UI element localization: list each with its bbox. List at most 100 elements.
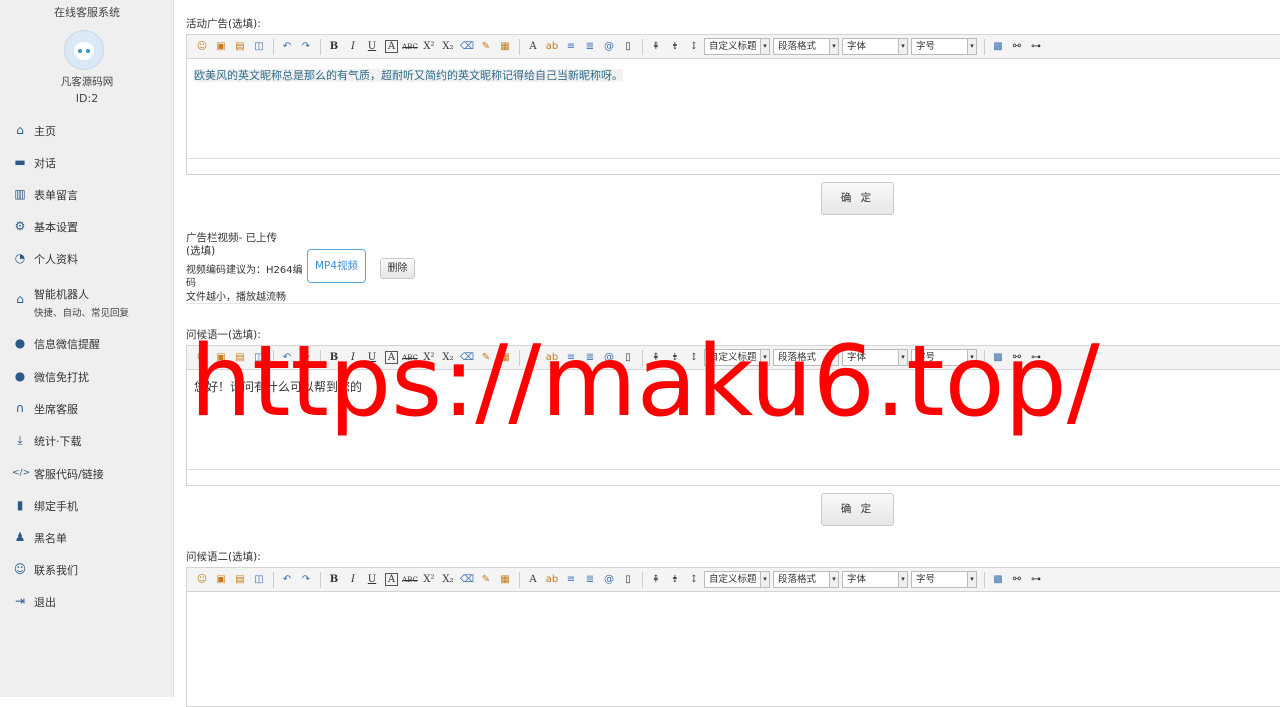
editor-content[interactable] — [187, 592, 1280, 608]
sidebar-item-contact[interactable]: ☺ 联系我们 — [12, 562, 78, 578]
font-color-button[interactable]: A — [524, 571, 542, 589]
custom-heading-select[interactable]: 自定义标题 ▾ — [704, 571, 770, 588]
bold-button[interactable]: B — [325, 349, 343, 367]
sidebar-item-chat[interactable]: ▬ 对话 — [12, 155, 56, 171]
redo-icon[interactable]: ↷ — [297, 349, 315, 367]
font-border-button[interactable]: A — [385, 40, 398, 53]
superscript-button[interactable]: X² — [420, 571, 438, 589]
font-family-select[interactable]: 字体 ▾ — [842, 38, 908, 55]
image-icon[interactable]: ▣ — [212, 38, 230, 56]
link-icon[interactable]: ⚯ — [1008, 38, 1026, 56]
sidebar-item-stats-download[interactable]: ⤓ 统计·下载 — [12, 433, 81, 449]
unordered-list-icon[interactable]: ≣ — [581, 349, 599, 367]
editor-content[interactable]: 您好！请问有什么可以帮到您的 — [187, 370, 1280, 403]
underline-button[interactable]: U — [363, 349, 381, 367]
paste-icon[interactable]: ▦ — [496, 38, 514, 56]
bold-button[interactable]: B — [325, 38, 343, 56]
ordered-list-icon[interactable]: ≡ — [562, 38, 580, 56]
multi-image-icon[interactable]: ▤ — [231, 571, 249, 589]
link-icon[interactable]: ⚯ — [1008, 571, 1026, 589]
row-spacing-bottom-icon[interactable]: ⇟ — [666, 571, 684, 589]
superscript-button[interactable]: X² — [420, 38, 438, 56]
confirm-button[interactable]: 确 定 — [821, 182, 894, 215]
ordered-list-icon[interactable]: ≡ — [562, 571, 580, 589]
preview-icon[interactable]: ◫ — [250, 349, 268, 367]
page-icon[interactable]: ▯ — [619, 571, 637, 589]
emoji-icon[interactable]: ☺ — [193, 571, 211, 589]
anchor-icon[interactable]: @ — [600, 571, 618, 589]
sidebar-item-agents[interactable]: ∩ 坐席客服 — [12, 401, 78, 417]
greeting-one-editor[interactable]: ☺ ▣ ▤ ◫ ↶ ↷ B I U A ABC X² X₂ ⌫ ✎ ▦ A ab… — [186, 345, 1280, 486]
chart-icon[interactable]: ▩ — [989, 38, 1007, 56]
page-icon[interactable]: ▯ — [619, 38, 637, 56]
subscript-button[interactable]: X₂ — [439, 571, 457, 589]
font-family-select[interactable]: 字体 ▾ — [842, 349, 908, 366]
format-brush-icon[interactable]: ✎ — [477, 571, 495, 589]
undo-icon[interactable]: ↶ — [278, 38, 296, 56]
sidebar-item-basic-settings[interactable]: ⚙ 基本设置 — [12, 219, 78, 235]
font-border-button[interactable]: A — [385, 573, 398, 586]
unlink-icon[interactable]: ⊶ — [1027, 38, 1045, 56]
font-color-button[interactable]: A — [524, 38, 542, 56]
multi-image-icon[interactable]: ▤ — [231, 349, 249, 367]
font-border-button[interactable]: A — [385, 351, 398, 364]
line-height-icon[interactable]: ↕ — [685, 571, 703, 589]
italic-button[interactable]: I — [344, 349, 362, 367]
emoji-icon[interactable]: ☺ — [193, 38, 211, 56]
ordered-list-icon[interactable]: ≡ — [562, 349, 580, 367]
eraser-icon[interactable]: ⌫ — [458, 38, 476, 56]
undo-icon[interactable]: ↶ — [278, 571, 296, 589]
sidebar-item-bind-phone[interactable]: ▮ 绑定手机 — [12, 498, 78, 514]
subscript-button[interactable]: X₂ — [439, 38, 457, 56]
italic-button[interactable]: I — [344, 38, 362, 56]
font-size-select[interactable]: 字号 ▾ — [911, 38, 977, 55]
sidebar-item-logout[interactable]: ⇥ 退出 — [12, 594, 56, 610]
preview-icon[interactable]: ◫ — [250, 571, 268, 589]
chart-icon[interactable]: ▩ — [989, 571, 1007, 589]
row-spacing-top-icon[interactable]: ⇞ — [647, 571, 665, 589]
subscript-button[interactable]: X₂ — [439, 349, 457, 367]
anchor-icon[interactable]: @ — [600, 349, 618, 367]
sidebar-item-form-messages[interactable]: ▥ 表单留言 — [12, 187, 78, 203]
line-height-icon[interactable]: ↕ — [685, 38, 703, 56]
paragraph-format-select[interactable]: 段落格式 ▾ — [773, 571, 839, 588]
underline-button[interactable]: U — [363, 38, 381, 56]
superscript-button[interactable]: X² — [420, 349, 438, 367]
mp4-upload-button[interactable]: MP4视频 — [307, 249, 366, 283]
row-spacing-top-icon[interactable]: ⇞ — [647, 349, 665, 367]
highlight-icon[interactable]: ab — [543, 38, 561, 56]
paragraph-format-select[interactable]: 段落格式 ▾ — [773, 349, 839, 366]
unlink-icon[interactable]: ⊶ — [1027, 349, 1045, 367]
anchor-icon[interactable]: @ — [600, 38, 618, 56]
sidebar-item-wechat-mute[interactable]: ● 微信免打扰 — [12, 369, 89, 385]
multi-image-icon[interactable]: ▤ — [231, 38, 249, 56]
sidebar-item-profile[interactable]: ◔ 个人资料 — [12, 251, 78, 267]
editor-content[interactable]: 欧美风的英文昵称总是那么的有气质，超耐听又简约的英文昵称记得给自己当新昵称呀。 — [187, 59, 1280, 91]
italic-button[interactable]: I — [344, 571, 362, 589]
strikethrough-button[interactable]: ABC — [401, 349, 419, 367]
link-icon[interactable]: ⚯ — [1008, 349, 1026, 367]
format-brush-icon[interactable]: ✎ — [477, 38, 495, 56]
line-height-icon[interactable]: ↕ — [685, 349, 703, 367]
paste-icon[interactable]: ▦ — [496, 349, 514, 367]
bold-button[interactable]: B — [325, 571, 343, 589]
preview-icon[interactable]: ◫ — [250, 38, 268, 56]
strikethrough-button[interactable]: ABC — [401, 571, 419, 589]
row-spacing-top-icon[interactable]: ⇞ — [647, 38, 665, 56]
unordered-list-icon[interactable]: ≣ — [581, 571, 599, 589]
row-spacing-bottom-icon[interactable]: ⇟ — [666, 349, 684, 367]
confirm-button[interactable]: 确 定 — [821, 493, 894, 526]
custom-heading-select[interactable]: 自定义标题 ▾ — [704, 38, 770, 55]
redo-icon[interactable]: ↷ — [297, 38, 315, 56]
ad-editor[interactable]: ☺ ▣ ▤ ◫ ↶ ↷ B I U A ABC X² X₂ ⌫ ✎ ▦ A ab… — [186, 34, 1280, 175]
image-icon[interactable]: ▣ — [212, 571, 230, 589]
sidebar-item-robot[interactable]: ⌂ 智能机器人 快捷、自动、常见回复 — [12, 286, 129, 319]
page-icon[interactable]: ▯ — [619, 349, 637, 367]
unordered-list-icon[interactable]: ≣ — [581, 38, 599, 56]
sidebar-item-wechat-notify[interactable]: ● 信息微信提醒 — [12, 336, 100, 352]
redo-icon[interactable]: ↷ — [297, 571, 315, 589]
chart-icon[interactable]: ▩ — [989, 349, 1007, 367]
delete-video-button[interactable]: 删除 — [380, 258, 415, 279]
undo-icon[interactable]: ↶ — [278, 349, 296, 367]
eraser-icon[interactable]: ⌫ — [458, 571, 476, 589]
